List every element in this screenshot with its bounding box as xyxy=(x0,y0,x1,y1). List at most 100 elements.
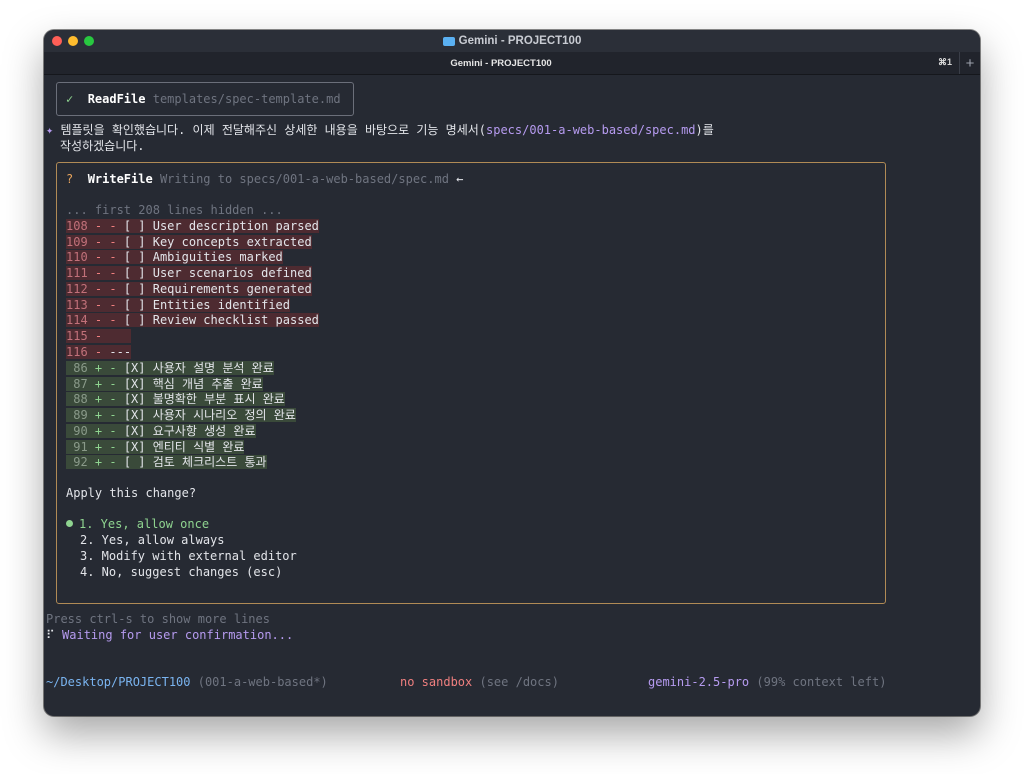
line-number: 115 xyxy=(66,328,88,343)
writefile-tool-name: WriteFile xyxy=(87,172,153,186)
sandbox-status: no sandbox xyxy=(400,675,473,689)
option-allow-once[interactable]: 1. Yes, allow once xyxy=(66,516,209,532)
checklist-text: [ ] Review checklist passed xyxy=(123,313,319,328)
diff-line: 109 - - [ ] Key concepts extracted xyxy=(66,234,312,250)
list-dash: - xyxy=(109,297,124,312)
diff-line: 87 + - [X] 핵심 개념 추출 완료 xyxy=(66,376,263,392)
window-controls xyxy=(52,36,94,46)
diff-line: 91 + - [X] 엔티티 식별 완료 xyxy=(66,439,245,455)
list-dash: - xyxy=(109,266,124,281)
tab-shortcut: ⌘1 xyxy=(937,57,952,67)
list-dash: - xyxy=(109,423,124,438)
waiting-status: ⠏ Waiting for user confirmation... xyxy=(46,627,293,643)
diff-line: 88 + - [X] 불명확한 부분 표시 완료 xyxy=(66,391,285,407)
list-dash: - xyxy=(109,408,124,423)
checklist-text: [ ] Key concepts extracted xyxy=(123,234,312,249)
writefile-header: ? WriteFile Writing to specs/001-a-web-b… xyxy=(66,171,463,187)
close-window-button[interactable] xyxy=(52,36,62,46)
diff-line-highlight: 86 + - [X] 사용자 설명 분석 완료 xyxy=(66,361,274,375)
line-number: 110 xyxy=(66,250,88,265)
checklist-text: [X] 엔티티 식별 완료 xyxy=(123,439,245,454)
checklist-text: [ ] 검토 체크리스트 통과 xyxy=(123,455,267,470)
removed-sign: - xyxy=(87,297,110,312)
diff-line: 111 - - [ ] User scenarios defined xyxy=(66,265,312,281)
hidden-lines-note: ... first 208 lines hidden ... xyxy=(66,203,283,217)
diff-line: 113 - - [ ] Entities identified xyxy=(66,297,290,313)
checklist-text: [X] 사용자 시나리오 정의 완료 xyxy=(123,408,296,423)
diff-line-text: - [ ] User description parsed xyxy=(109,219,319,233)
line-number: 87 xyxy=(66,376,88,391)
new-tab-button[interactable]: + xyxy=(959,52,980,74)
checklist-text: [X] 불명확한 부분 표시 완료 xyxy=(123,392,285,407)
diff-line-text: - [X] 엔티티 식별 완료 xyxy=(109,440,244,454)
diff-line-text: - [X] 핵심 개념 추출 완료 xyxy=(109,377,262,391)
diff-line-text: - [X] 요구사항 생성 완료 xyxy=(109,424,255,438)
diff-line-highlight: 116 - --- xyxy=(66,344,132,359)
arrow-left-icon: ← xyxy=(456,172,464,186)
message-text-prefix: 템플릿을 확인했습니다. 이제 전달해주신 상세한 내용을 바탕으로 기능 명세… xyxy=(60,123,486,137)
removed-sign: - xyxy=(87,344,110,359)
terminal-window: Gemini - PROJECT100 Gemini - PROJECT100 … xyxy=(44,30,980,716)
added-sign: + xyxy=(87,392,110,407)
readfile-line: ✓ ReadFile templates/spec-template.md xyxy=(66,91,341,107)
added-sign: + xyxy=(87,408,110,423)
more-lines-hint: Press ctrl-s to show more lines xyxy=(46,612,270,626)
diff-line-text: - [X] 불명확한 부분 표시 완료 xyxy=(109,392,284,406)
status-path: ~/Desktop/PROJECT100 (001-a-web-based*) xyxy=(46,674,328,690)
diff-line-highlight: 114 - - [ ] Review checklist passed xyxy=(66,313,319,328)
tab-gemini[interactable]: Gemini - PROJECT100 xyxy=(44,52,958,74)
minimize-window-button[interactable] xyxy=(68,36,78,46)
diff-line: 92 + - [ ] 검토 체크리스트 통과 xyxy=(66,454,267,470)
plus-icon: + xyxy=(965,54,975,72)
line-number: 92 xyxy=(66,455,88,470)
checklist-text: [X] 요구사항 생성 완료 xyxy=(123,423,256,438)
diff-line-text: - [ ] User scenarios defined xyxy=(109,266,311,280)
diff-line-highlight: 91 + - [X] 엔티티 식별 완료 xyxy=(66,439,245,454)
tab-bar: Gemini - PROJECT100 ⌘1 + xyxy=(44,52,980,75)
checklist-text: [X] 사용자 설명 분석 완료 xyxy=(123,361,274,375)
added-sign: + xyxy=(87,423,110,438)
checklist-text: [ ] Ambiguities marked xyxy=(123,250,283,265)
removed-sign: - xyxy=(87,266,110,281)
list-dash: - xyxy=(109,250,124,265)
model-name: gemini-2.5-pro xyxy=(648,675,750,689)
list-dash: - xyxy=(109,455,124,470)
diff-line-text: - [ ] Entities identified xyxy=(109,298,290,312)
diff-line-highlight: 108 - - [ ] User description parsed xyxy=(66,219,319,233)
line-number: 108 xyxy=(66,219,88,233)
option-suggest-changes[interactable]: 4. No, suggest changes (esc) xyxy=(80,564,282,580)
spec-file-link[interactable]: specs/001-a-web-based/spec.md xyxy=(486,123,696,137)
diff-line-highlight: 110 - - [ ] Ambiguities marked xyxy=(66,250,283,265)
line-number: 111 xyxy=(66,266,88,281)
readfile-tool-name: ReadFile xyxy=(87,92,146,106)
diff-line: 108 - - [ ] User description parsed xyxy=(66,218,319,234)
option-allow-always[interactable]: 2. Yes, allow always xyxy=(80,532,225,548)
zoom-window-button[interactable] xyxy=(84,36,94,46)
window-title: Gemini - PROJECT100 xyxy=(458,35,582,47)
removed-sign: - xyxy=(87,219,110,233)
check-icon: ✓ xyxy=(66,92,74,106)
checklist-text: [ ] User description parsed xyxy=(123,219,319,233)
line-number: 86 xyxy=(66,361,88,375)
waiting-text: Waiting for user confirmation... xyxy=(62,628,294,642)
diff-line: 116 - --- xyxy=(66,344,132,360)
writefile-description: Writing to specs/001-a-web-based/spec.md xyxy=(159,172,449,186)
checklist-text: [ ] Entities identified xyxy=(123,297,290,312)
message-text-suffix: )를 xyxy=(695,123,714,137)
terminal-content[interactable]: ✓ ReadFile templates/spec-template.md ✦ … xyxy=(44,75,980,716)
line-number: 88 xyxy=(66,392,88,407)
diff-line-highlight: 109 - - [ ] Key concepts extracted xyxy=(66,234,312,249)
option-external-editor[interactable]: 3. Modify with external editor xyxy=(80,548,297,564)
line-number: 109 xyxy=(66,234,88,249)
line-number: 114 xyxy=(66,313,88,328)
diff-line-highlight: 87 + - [X] 핵심 개념 추출 완료 xyxy=(66,376,263,391)
list-dash: - xyxy=(109,392,124,407)
list-dash: - xyxy=(109,439,124,454)
list-dash: - xyxy=(109,219,124,233)
writefile-tool-box: ? WriteFile Writing to specs/001-a-web-b… xyxy=(56,162,886,604)
sparkle-icon: ✦ xyxy=(46,123,54,137)
diff-line-text: - [ ] Ambiguities marked xyxy=(109,250,282,264)
line-number: 112 xyxy=(66,281,88,296)
diff-line-highlight: 89 + - [X] 사용자 시나리오 정의 완료 xyxy=(66,408,296,423)
status-model: gemini-2.5-pro (99% context left) xyxy=(648,674,886,690)
